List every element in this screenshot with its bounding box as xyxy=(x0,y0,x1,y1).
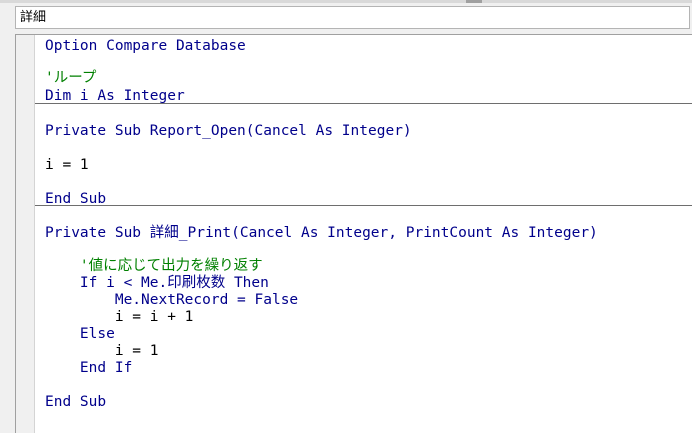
code-line-increment[interactable]: i = i + 1 xyxy=(45,309,194,326)
splitter-grip[interactable] xyxy=(466,0,482,3)
vba-code-window: 詳細 Option Compare Database 'ループ Dim i As… xyxy=(0,0,692,433)
code-line-end-sub[interactable]: End Sub xyxy=(45,394,106,411)
code-line-dim[interactable]: Dim i As Integer xyxy=(45,88,185,105)
code-line-comment-repeat[interactable]: '値に応じて出力を繰り返す xyxy=(45,258,263,275)
code-editor[interactable]: Option Compare Database 'ループ Dim i As In… xyxy=(15,34,692,433)
code-line-comment-loop[interactable]: 'ループ xyxy=(45,70,96,87)
code-line-next-record[interactable]: Me.NextRecord = False xyxy=(45,292,298,309)
object-dropdown[interactable]: 詳細 xyxy=(15,6,690,29)
margin-indicator-bar[interactable] xyxy=(16,35,35,433)
object-dropdown-value: 詳細 xyxy=(20,10,47,25)
procedure-separator xyxy=(35,205,692,206)
code-line-option-compare[interactable]: Option Compare Database xyxy=(45,38,246,55)
code-line-end-sub[interactable]: End Sub xyxy=(45,191,106,208)
code-line-sub-detail-print[interactable]: Private Sub 詳細_Print(Cancel As Integer, … xyxy=(45,225,598,242)
code-line-reset-i[interactable]: i = 1 xyxy=(45,343,159,360)
code-pane[interactable]: Option Compare Database 'ループ Dim i As In… xyxy=(35,35,692,433)
window-top-edge xyxy=(0,0,692,3)
code-line-else[interactable]: Else xyxy=(45,326,115,343)
code-line-assign-i[interactable]: i = 1 xyxy=(45,157,89,174)
code-line-if[interactable]: If i < Me.印刷枚数 Then xyxy=(45,275,269,292)
code-line-end-if[interactable]: End If xyxy=(45,360,132,377)
code-line-sub-report-open[interactable]: Private Sub Report_Open(Cancel As Intege… xyxy=(45,123,412,140)
